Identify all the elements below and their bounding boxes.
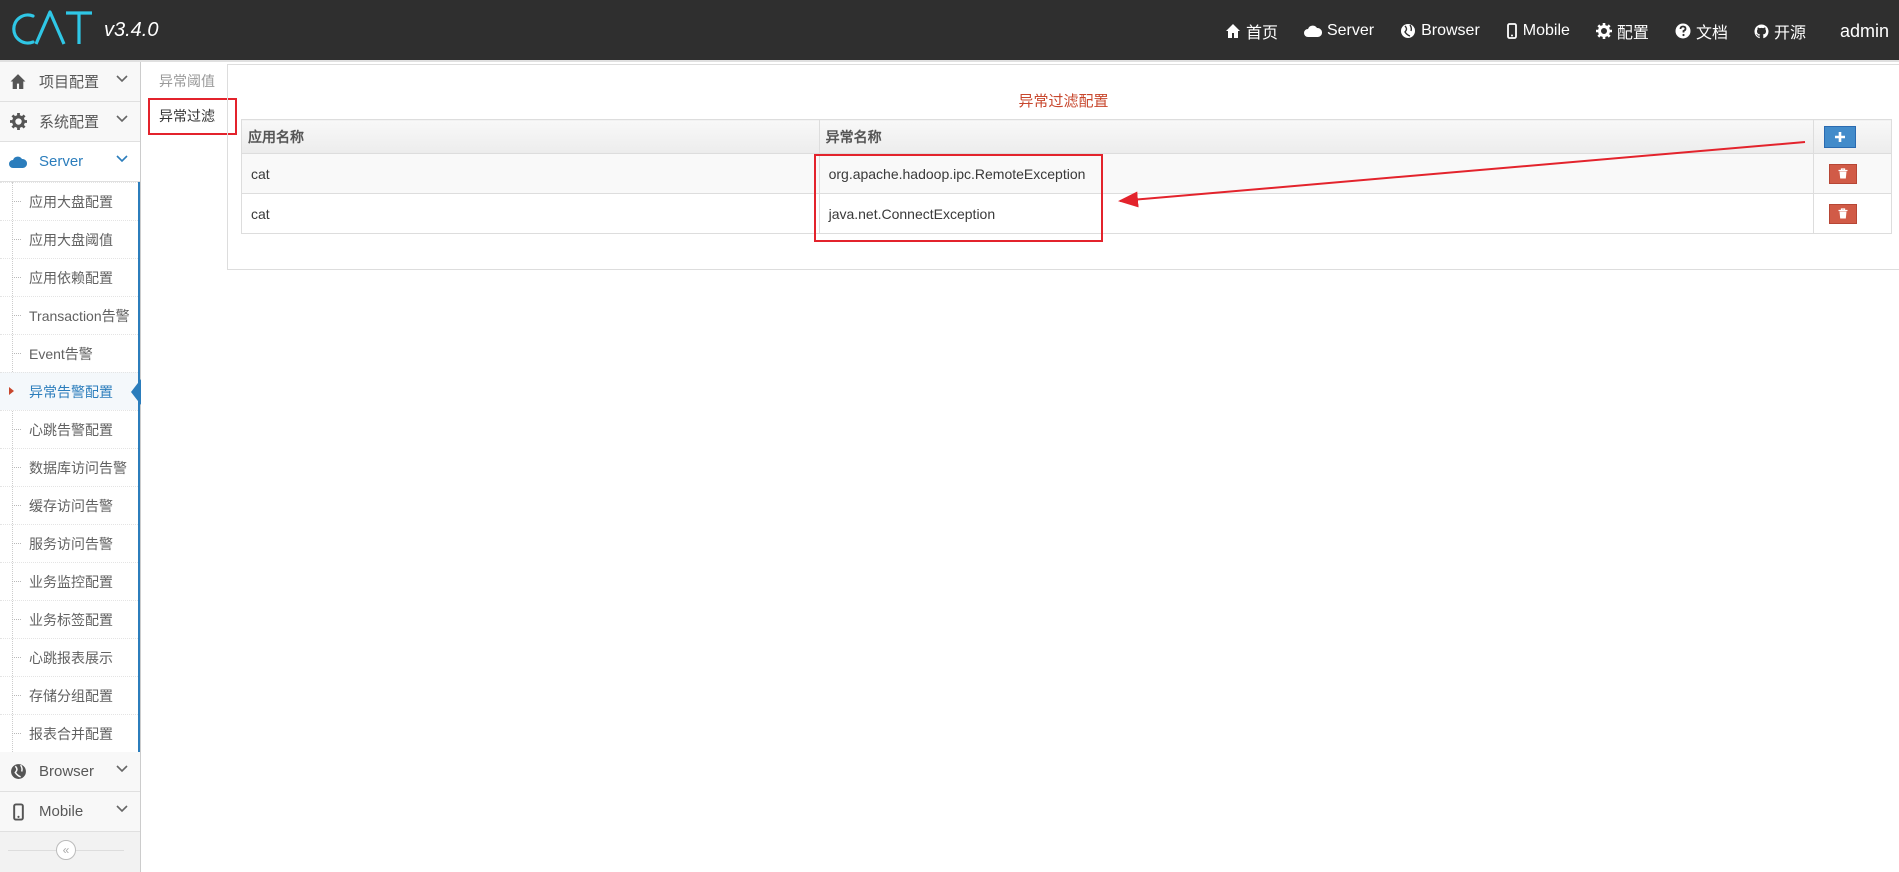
nav-server-label: Server — [1326, 22, 1375, 39]
sidebar-collapse-bar: « — [0, 832, 140, 870]
sidebar-section-label: 项目配置 — [39, 74, 100, 91]
nav-browser-label: Browser — [1421, 22, 1480, 39]
sidebar-item-business-monitor-config[interactable]: 业务监控配置 — [0, 562, 138, 600]
cat-logo — [12, 10, 92, 45]
delete-filter-button[interactable] — [1829, 203, 1858, 224]
annotation-highlight-tab — [148, 98, 237, 135]
sidebar-section-label: Browser — [39, 763, 95, 780]
plus-icon — [1835, 131, 1846, 142]
table-header-row: 应用名称 异常名称 — [241, 119, 1892, 154]
mobile-icon — [5, 802, 31, 822]
sidebar-item-heartbeat-report-display[interactable]: 心跳报表展示 — [0, 638, 138, 676]
column-header-app-name: 应用名称 — [241, 119, 820, 154]
user-menu[interactable]: admin — [1840, 21, 1889, 42]
sidebar-item-service-access-alert[interactable]: 服务访问告警 — [0, 524, 138, 562]
active-pointer-icon — [131, 379, 141, 405]
cloud-icon — [5, 152, 31, 172]
cloud-icon — [1303, 25, 1322, 37]
globe-icon — [1401, 24, 1416, 38]
sidebar-section-label: Mobile — [39, 803, 84, 820]
sidebar-item-report-merge-config[interactable]: 报表合并配置 — [0, 714, 138, 752]
sidebar-item-transaction-alert[interactable]: Transaction告警 — [0, 296, 138, 334]
sidebar-item-label: 异常告警配置 — [29, 383, 113, 400]
nav-config-label: 配置 — [1616, 25, 1649, 42]
add-filter-button[interactable] — [1824, 125, 1857, 148]
cell-app-name: cat — [241, 153, 820, 194]
cell-actions — [1813, 193, 1892, 234]
nav-browser[interactable]: Browser — [1400, 22, 1480, 40]
nav-docs[interactable]: 文档 — [1675, 19, 1728, 43]
version-label: v3.4.0 — [104, 19, 159, 41]
nav-docs-label: 文档 — [1695, 25, 1728, 42]
sidebar-item-business-tag-config[interactable]: 业务标签配置 — [0, 600, 138, 638]
sidebar-collapse-button[interactable]: « — [56, 840, 76, 860]
chevron-down-icon — [116, 75, 128, 83]
sidebar-item-app-dashboard-threshold[interactable]: 应用大盘阈值 — [0, 220, 138, 258]
sidebar-section-label: 系统配置 — [39, 114, 100, 131]
annotation-highlight-exceptions — [814, 154, 1103, 242]
sidebar-item-app-dependency-config[interactable]: 应用依赖配置 — [0, 258, 138, 296]
trash-icon — [1838, 168, 1848, 179]
sidebar-section-system-config[interactable]: 系统配置 — [0, 102, 140, 142]
column-header-actions — [1813, 119, 1892, 154]
server-submenu: 应用大盘配置 应用大盘阈值 应用依赖配置 Transaction告警 Event… — [0, 182, 141, 752]
github-icon — [1754, 23, 1769, 38]
nav-server[interactable]: Server — [1303, 22, 1375, 40]
nav-opensource-label: 开源 — [1773, 25, 1806, 42]
cell-app-name: cat — [241, 193, 820, 234]
sidebar-section-browser[interactable]: Browser — [0, 752, 140, 792]
sidebar-item-storage-group-config[interactable]: 存储分组配置 — [0, 676, 138, 714]
cell-actions — [1813, 153, 1892, 194]
sidebar-section-label: Server — [39, 153, 84, 170]
sidebar-section-mobile[interactable]: Mobile — [0, 792, 140, 832]
sidebar-item-event-alert[interactable]: Event告警 — [0, 334, 138, 372]
nav-home[interactable]: 首页 — [1225, 19, 1278, 43]
nav-home-label: 首页 — [1245, 25, 1278, 42]
panel-title: 异常过滤配置 — [1018, 93, 1109, 110]
sidebar: 项目配置 系统配置 Server 应用大盘配置 应用大盘阈值 应用依赖配置 Tr… — [0, 62, 141, 872]
chevron-down-icon — [116, 115, 128, 123]
question-icon — [1675, 23, 1691, 39]
chevron-down-icon — [116, 155, 128, 163]
gear-icon — [5, 112, 31, 132]
sidebar-item-cache-access-alert[interactable]: 缓存访问告警 — [0, 486, 138, 524]
nav-opensource[interactable]: 开源 — [1754, 19, 1806, 43]
sidebar-item-database-access-alert[interactable]: 数据库访问告警 — [0, 448, 138, 486]
sidebar-item-app-dashboard-config[interactable]: 应用大盘配置 — [0, 182, 138, 220]
delete-filter-button[interactable] — [1829, 163, 1858, 184]
sidebar-item-heartbeat-alert-config[interactable]: 心跳告警配置 — [0, 410, 138, 448]
tab-exception-threshold[interactable]: 异常阈值 — [146, 64, 226, 97]
home-icon — [1225, 24, 1240, 38]
globe-icon — [5, 762, 31, 782]
top-navbar: v3.4.0 首页 Server Browser Mobile 配置 文档 开源… — [0, 0, 1899, 62]
mobile-icon — [1506, 23, 1517, 39]
gear-icon — [1595, 23, 1612, 39]
brand[interactable]: v3.4.0 — [8, 8, 158, 48]
sidebar-section-server[interactable]: Server — [0, 142, 140, 182]
trash-icon — [1838, 208, 1848, 219]
chevron-down-icon — [116, 805, 128, 813]
chevron-down-icon — [116, 765, 128, 773]
sidebar-section-project-config[interactable]: 项目配置 — [0, 62, 140, 102]
sidebar-item-exception-alert-config[interactable]: 异常告警配置 — [0, 372, 141, 410]
nav-mobile-label: Mobile — [1522, 22, 1570, 39]
column-header-exception-name: 异常名称 — [818, 119, 1815, 154]
home-icon — [5, 72, 31, 92]
nav-mobile[interactable]: Mobile — [1506, 22, 1570, 40]
nav-config[interactable]: 配置 — [1595, 19, 1649, 43]
